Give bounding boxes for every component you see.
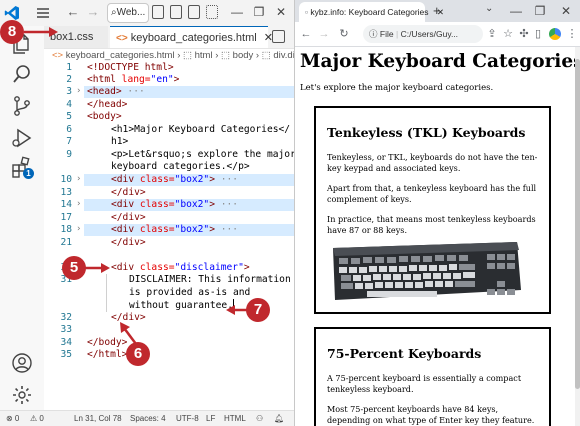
callout-5: 5 — [62, 256, 86, 280]
callout-arrows — [24, 27, 248, 345]
callout-6: 6 — [126, 342, 150, 366]
callout-arrowhead-5 — [101, 263, 110, 273]
callout-8: 8 — [0, 20, 24, 44]
callout-arrowhead-7 — [226, 305, 235, 315]
callout-arrowhead-8 — [49, 27, 58, 37]
callout-7: 7 — [246, 298, 270, 322]
